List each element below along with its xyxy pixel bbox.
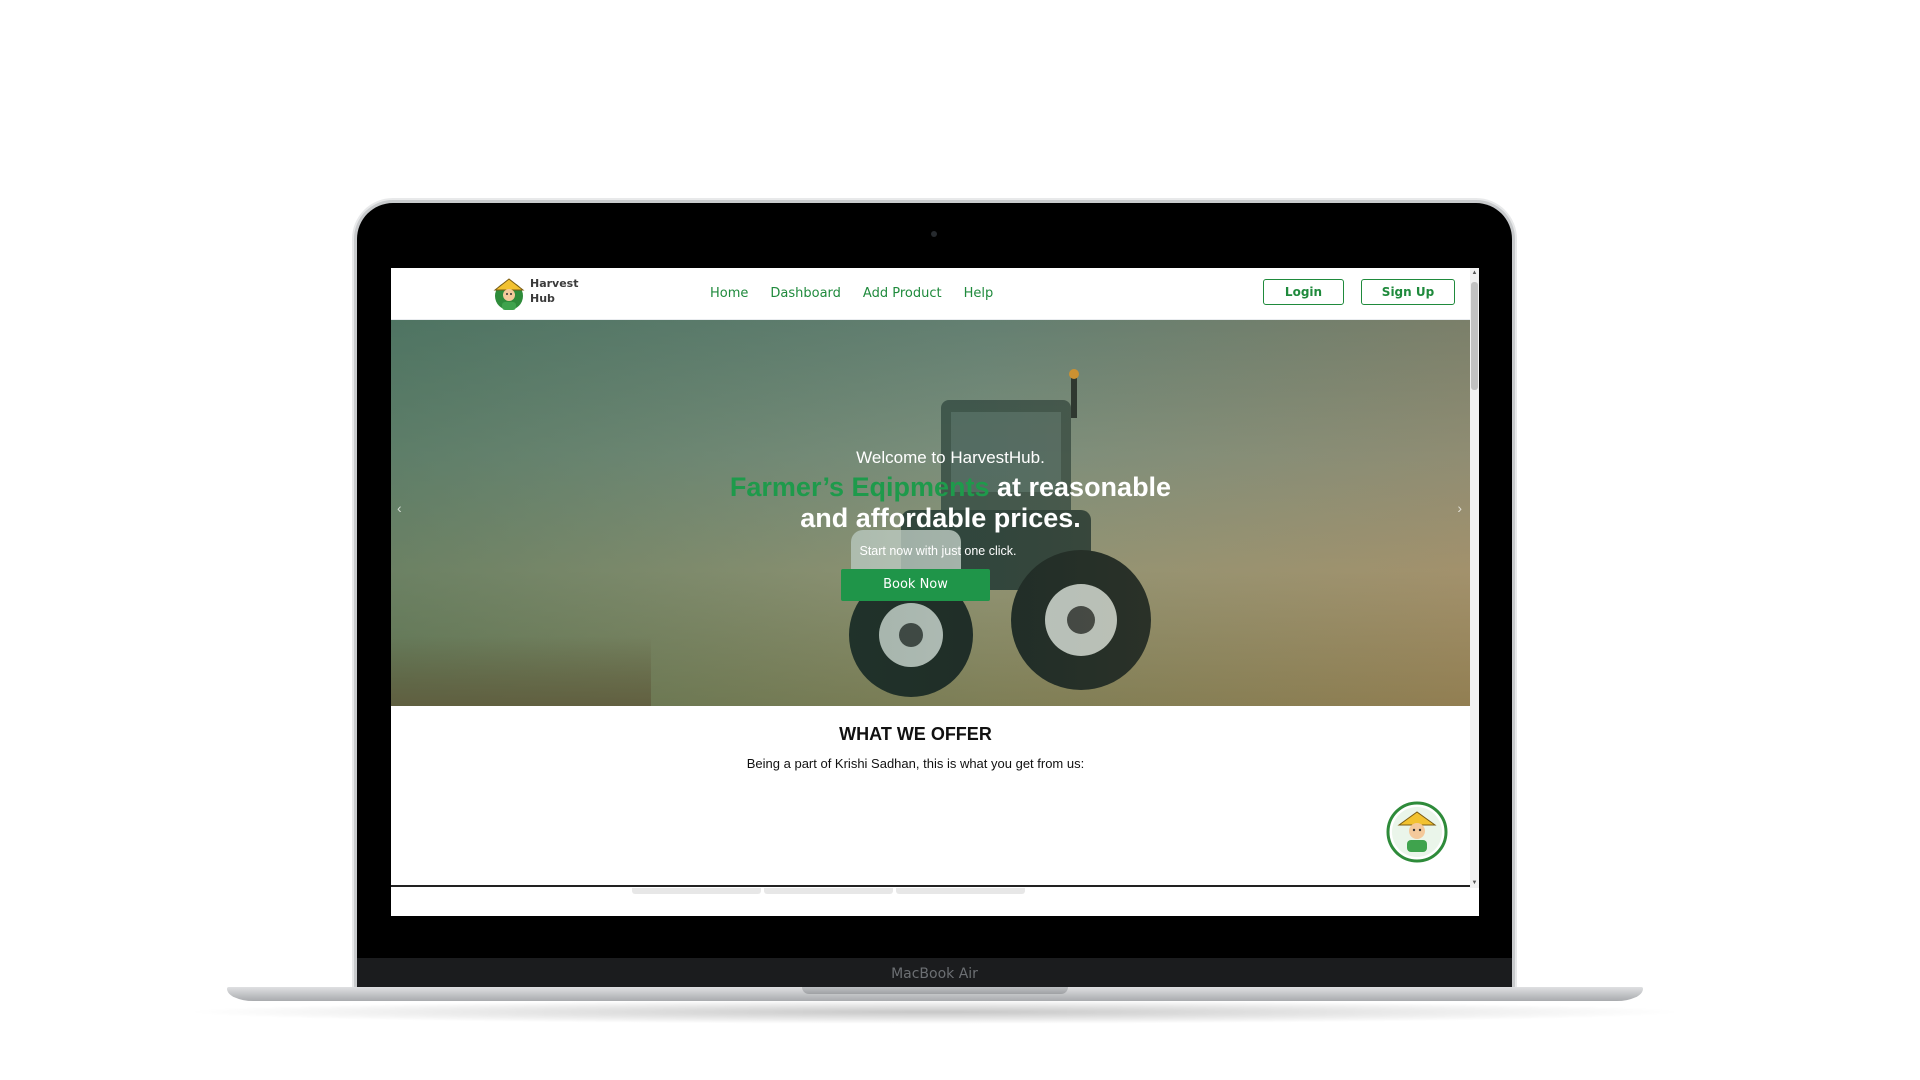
offer-card-peek <box>632 888 761 894</box>
offer-card-peek <box>764 888 893 894</box>
laptop-base <box>227 987 1643 1001</box>
laptop-shadow <box>180 1000 1690 1024</box>
grass-foreground <box>391 636 651 706</box>
hero-headline-part-1: at reasonable <box>989 472 1172 502</box>
laptop-chin: MacBook Air <box>357 958 1512 988</box>
laptop-base-notch <box>802 987 1068 994</box>
hero-welcome-text: Welcome to HarvestHub. <box>856 448 1045 467</box>
brand-line-2: Hub <box>530 292 555 305</box>
laptop-screen: Harvest Hub Home Dashboard Add Product H… <box>391 268 1479 916</box>
hero-headline-green: Farmer’s Eqipments <box>729 472 990 502</box>
section-divider <box>391 885 1470 887</box>
nav-link-help[interactable]: Help <box>964 286 994 301</box>
page-scrollbar[interactable]: ▲ ▼ <box>1470 268 1479 888</box>
hero-headline: Farmer’s Eqipments at reasonable and aff… <box>391 472 1470 534</box>
device-model-label: MacBook Air <box>891 966 978 982</box>
brand-line-1: Harvest <box>530 277 579 290</box>
offer-title: WHAT WE OFFER <box>839 724 992 744</box>
browser-viewport: Harvest Hub Home Dashboard Add Product H… <box>391 268 1470 888</box>
login-button[interactable]: Login <box>1263 279 1344 305</box>
hero-headline-part-2: and affordable prices. <box>800 503 1081 533</box>
farmer-logo-icon[interactable] <box>491 276 527 312</box>
signup-button[interactable]: Sign Up <box>1361 279 1455 305</box>
nav-link-dashboard[interactable]: Dashboard <box>770 286 841 301</box>
navbar: Harvest Hub Home Dashboard Add Product H… <box>391 268 1470 320</box>
scroll-up-icon[interactable]: ▲ <box>1470 268 1479 278</box>
scroll-down-icon[interactable]: ▼ <box>1470 878 1479 888</box>
nav-links: Home Dashboard Add Product Help <box>710 268 993 319</box>
brand-name[interactable]: Harvest Hub <box>530 276 590 306</box>
offer-subtitle: Being a part of Krishi Sadhan, this is w… <box>746 756 1085 771</box>
nav-link-home[interactable]: Home <box>710 286 748 301</box>
book-now-button[interactable]: Book Now <box>841 569 990 601</box>
chatbot-avatar-icon[interactable] <box>1386 801 1448 863</box>
camera-dot <box>931 231 937 237</box>
hero-carousel: ‹ › Welcome to HarvestHub. Farmer’s Eqip… <box>391 320 1470 706</box>
offer-card-peek <box>896 888 1025 894</box>
scrollbar-thumb[interactable] <box>1471 282 1478 390</box>
hero-content: Welcome to HarvestHub. Farmer’s Eqipment… <box>391 448 1470 601</box>
hero-subtext: Start now with just one click. <box>859 544 1017 558</box>
nav-link-add-product[interactable]: Add Product <box>863 286 942 301</box>
